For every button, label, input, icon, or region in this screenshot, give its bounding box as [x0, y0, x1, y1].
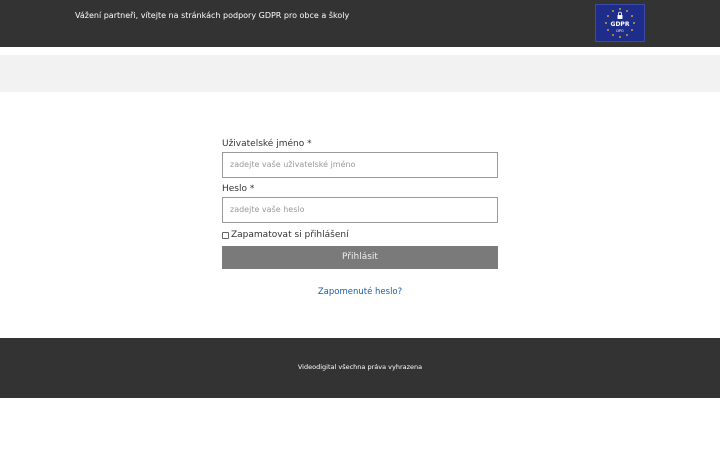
footer-copyright: Videodigital všechna práva vyhrazena	[297, 363, 423, 371]
remember-me-row[interactable]: Zapamatovat si přihlášení	[222, 229, 498, 241]
remember-me-checkbox[interactable]	[222, 231, 229, 239]
eu-stars-lock-icon: GDPR DPO	[605, 8, 635, 38]
header-greeting: Vážení partneři, vítejte na stránkách po…	[75, 11, 350, 20]
site-header: Vážení partneři, vítejte na stránkách po…	[0, 0, 720, 47]
login-form: Uživatelské jméno * zadejte vaše uživate…	[222, 136, 498, 269]
remember-me-label[interactable]: Zapamatovat si přihlášení	[231, 229, 349, 241]
site-footer: Videodigital všechna práva vyhrazena	[0, 338, 720, 398]
username-input[interactable]: zadejte vaše uživatelské jméno	[222, 152, 498, 178]
password-label: Heslo *	[222, 184, 255, 194]
gdpr-logo[interactable]: GDPR DPO	[595, 4, 645, 42]
logo-text: GDPR	[611, 21, 630, 28]
forgot-password-link[interactable]: Zapomenuté heslo?	[222, 286, 498, 298]
password-input[interactable]: zadejte vaše heslo	[222, 197, 498, 223]
username-label: Uživatelské jméno *	[222, 139, 312, 149]
login-button[interactable]: Přihlásit	[222, 246, 498, 269]
header-band	[0, 55, 720, 92]
logo-subtext: DPO	[616, 29, 624, 33]
